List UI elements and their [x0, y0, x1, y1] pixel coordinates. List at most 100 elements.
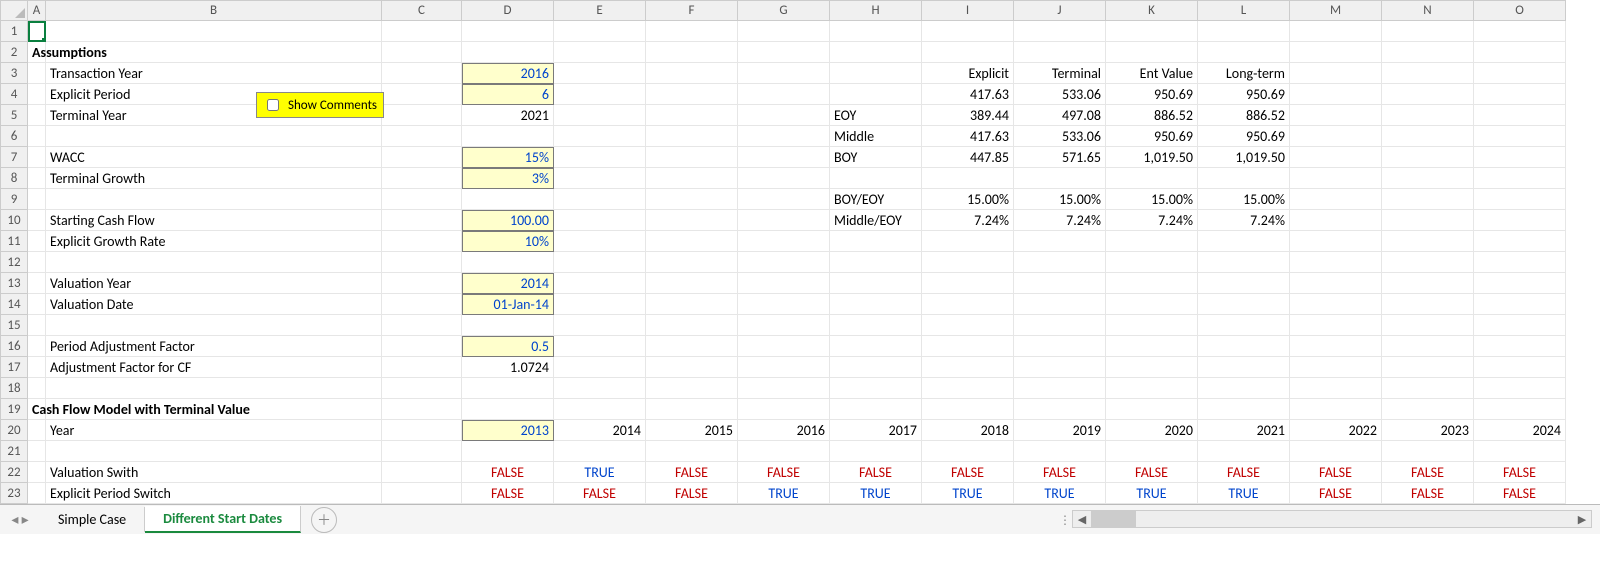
cell-A4[interactable] — [28, 84, 46, 105]
cell-M14[interactable] — [1290, 294, 1382, 315]
cell-I19[interactable] — [922, 399, 1014, 420]
cell-L16[interactable] — [1198, 336, 1290, 357]
cell-B9[interactable] — [46, 189, 382, 210]
cell-N5[interactable] — [1382, 105, 1474, 126]
cell-M16[interactable] — [1290, 336, 1382, 357]
row-header-20[interactable]: 20 — [0, 420, 28, 441]
cell-A10[interactable] — [28, 210, 46, 231]
cell-M17[interactable] — [1290, 357, 1382, 378]
cell-L5[interactable]: 886.52 — [1198, 105, 1290, 126]
cell-E10[interactable] — [554, 210, 646, 231]
cell-G22[interactable]: FALSE — [738, 462, 830, 483]
cell-I13[interactable] — [922, 273, 1014, 294]
cell-O6[interactable] — [1474, 126, 1566, 147]
cell-F11[interactable] — [646, 231, 738, 252]
add-sheet-button[interactable]: ＋ — [311, 507, 337, 533]
cell-B7[interactable]: WACC — [46, 147, 382, 168]
cell-E7[interactable] — [554, 147, 646, 168]
cell-C4[interactable] — [382, 84, 462, 105]
cell-H22[interactable]: FALSE — [830, 462, 922, 483]
cell-G20[interactable]: 2016 — [738, 420, 830, 441]
cell-L22[interactable]: FALSE — [1198, 462, 1290, 483]
row-header-14[interactable]: 14 — [0, 294, 28, 315]
cell-O22[interactable]: FALSE — [1474, 462, 1566, 483]
scroll-right-icon[interactable]: ▶ — [1573, 513, 1591, 526]
cell-F13[interactable] — [646, 273, 738, 294]
cell-L1[interactable] — [1198, 21, 1290, 42]
cell-N1[interactable] — [1382, 21, 1474, 42]
cell-D23[interactable]: FALSE — [462, 483, 554, 504]
cell-E23[interactable]: FALSE — [554, 483, 646, 504]
cell-A19[interactable]: Cash Flow Model with Terminal Value — [28, 399, 46, 420]
col-header-H[interactable]: H — [830, 0, 922, 21]
cell-E13[interactable] — [554, 273, 646, 294]
row-header-2[interactable]: 2 — [0, 42, 28, 63]
cell-I5[interactable]: 389.44 — [922, 105, 1014, 126]
cell-I14[interactable] — [922, 294, 1014, 315]
cell-C13[interactable] — [382, 273, 462, 294]
cell-C14[interactable] — [382, 294, 462, 315]
cell-E2[interactable] — [554, 42, 646, 63]
cell-G10[interactable] — [738, 210, 830, 231]
cell-B14[interactable]: Valuation Date — [46, 294, 382, 315]
cell-J13[interactable] — [1014, 273, 1106, 294]
cell-H15[interactable] — [830, 315, 922, 336]
cell-O1[interactable] — [1474, 21, 1566, 42]
cell-I2[interactable] — [922, 42, 1014, 63]
cell-C11[interactable] — [382, 231, 462, 252]
cell-G14[interactable] — [738, 294, 830, 315]
cell-A15[interactable] — [28, 315, 46, 336]
cell-I23[interactable]: TRUE — [922, 483, 1014, 504]
cell-N17[interactable] — [1382, 357, 1474, 378]
cell-N4[interactable] — [1382, 84, 1474, 105]
cell-K12[interactable] — [1106, 252, 1198, 273]
row-header-9[interactable]: 9 — [0, 189, 28, 210]
cell-D16[interactable]: 0.5 — [462, 336, 554, 357]
cell-O19[interactable] — [1474, 399, 1566, 420]
row-header-22[interactable]: 22 — [0, 462, 28, 483]
cell-G15[interactable] — [738, 315, 830, 336]
cell-A18[interactable] — [28, 378, 46, 399]
cell-L14[interactable] — [1198, 294, 1290, 315]
col-header-L[interactable]: L — [1198, 0, 1290, 21]
cell-L8[interactable] — [1198, 168, 1290, 189]
cell-L13[interactable] — [1198, 273, 1290, 294]
cell-C3[interactable] — [382, 63, 462, 84]
col-header-N[interactable]: N — [1382, 0, 1474, 21]
cell-L9[interactable]: 15.00% — [1198, 189, 1290, 210]
cell-M2[interactable] — [1290, 42, 1382, 63]
cell-I21[interactable] — [922, 441, 1014, 462]
cell-G4[interactable] — [738, 84, 830, 105]
cell-O15[interactable] — [1474, 315, 1566, 336]
cell-K2[interactable] — [1106, 42, 1198, 63]
cell-D6[interactable] — [462, 126, 554, 147]
cell-I11[interactable] — [922, 231, 1014, 252]
cell-B12[interactable] — [46, 252, 382, 273]
cell-J11[interactable] — [1014, 231, 1106, 252]
cell-H4[interactable] — [830, 84, 922, 105]
scroll-thumb[interactable] — [1091, 511, 1136, 527]
cell-B16[interactable]: Period Adjustment Factor — [46, 336, 382, 357]
cell-G3[interactable] — [738, 63, 830, 84]
cell-A11[interactable] — [28, 231, 46, 252]
cell-N18[interactable] — [1382, 378, 1474, 399]
cell-D14[interactable]: 01-Jan-14 — [462, 294, 554, 315]
scroll-left-icon[interactable]: ◀ — [1073, 513, 1091, 526]
cell-G18[interactable] — [738, 378, 830, 399]
col-header-G[interactable]: G — [738, 0, 830, 21]
row-header-13[interactable]: 13 — [0, 273, 28, 294]
cell-E21[interactable] — [554, 441, 646, 462]
cell-D9[interactable] — [462, 189, 554, 210]
cell-A17[interactable] — [28, 357, 46, 378]
cell-N8[interactable] — [1382, 168, 1474, 189]
row-header-10[interactable]: 10 — [0, 210, 28, 231]
cell-M5[interactable] — [1290, 105, 1382, 126]
cell-D13[interactable]: 2014 — [462, 273, 554, 294]
cell-A14[interactable] — [28, 294, 46, 315]
cell-J16[interactable] — [1014, 336, 1106, 357]
cell-L11[interactable] — [1198, 231, 1290, 252]
cell-H9[interactable]: BOY/EOY — [830, 189, 922, 210]
cell-M15[interactable] — [1290, 315, 1382, 336]
cell-F8[interactable] — [646, 168, 738, 189]
cell-I6[interactable]: 417.63 — [922, 126, 1014, 147]
